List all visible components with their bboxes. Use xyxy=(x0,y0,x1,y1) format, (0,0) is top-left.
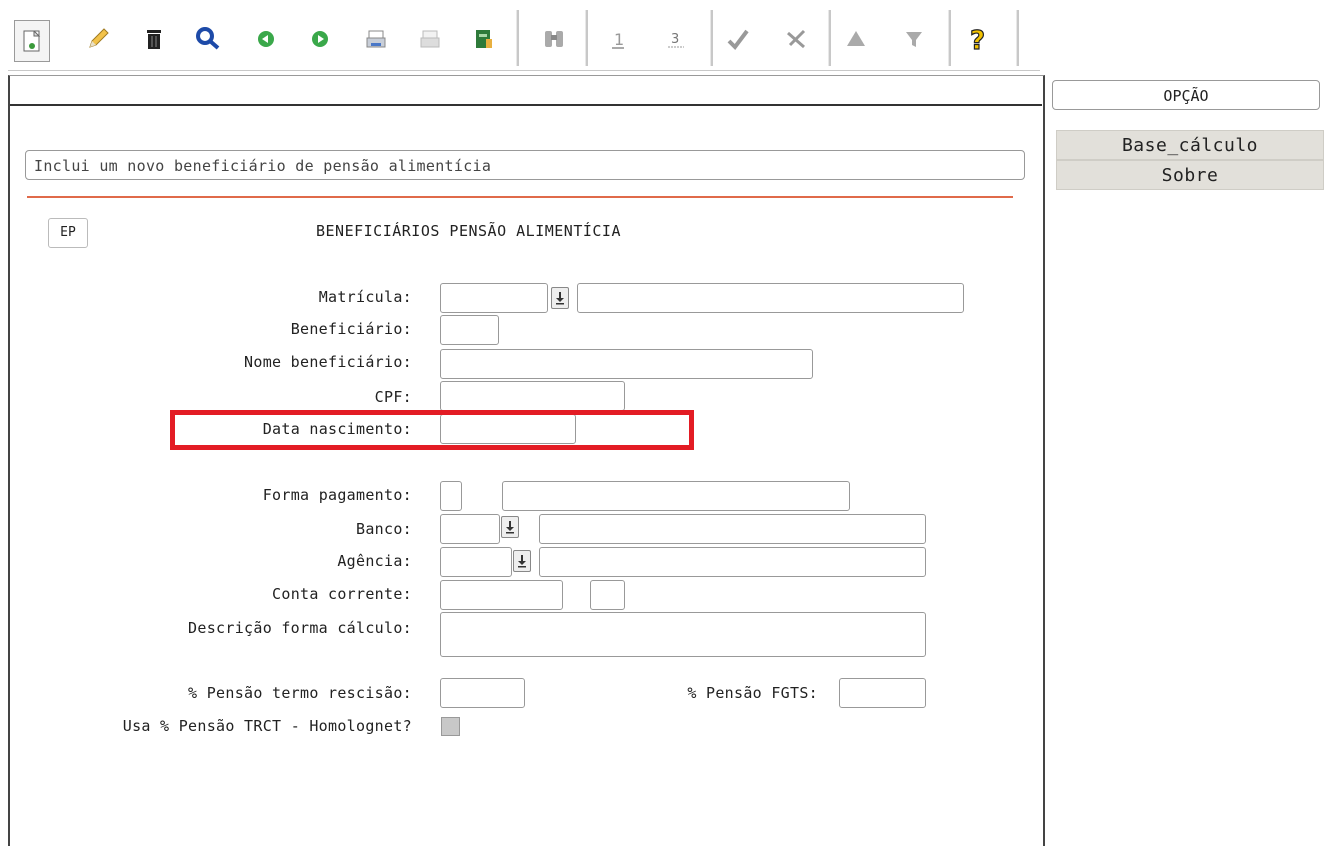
find-disabled-icon[interactable] xyxy=(536,18,572,60)
toolbar-separator xyxy=(710,10,713,66)
sobre-button[interactable]: Sobre xyxy=(1056,160,1324,190)
agencia-dropdown-icon[interactable] xyxy=(513,550,531,572)
base-calculo-button[interactable]: Base_cálculo xyxy=(1056,130,1324,160)
forma-pagamento-desc-input[interactable] xyxy=(502,481,850,511)
usa-pensao-trct-label: Usa % Pensão TRCT - Homolognet? xyxy=(122,717,412,735)
print-disabled-icon[interactable] xyxy=(412,18,448,60)
matricula-label: Matrícula: xyxy=(318,288,412,306)
svg-text:3: 3 xyxy=(671,32,679,47)
form-title: BENEFICIÁRIOS PENSÃO ALIMENTÍCIA xyxy=(316,222,621,240)
descricao-forma-calculo-input[interactable] xyxy=(440,612,926,657)
divider-line xyxy=(27,196,1013,198)
next-icon[interactable] xyxy=(302,18,338,60)
nome-beneficiario-input[interactable] xyxy=(440,349,813,379)
matricula-input[interactable] xyxy=(440,283,548,313)
pensao-fgts-label: % Pensão FGTS: xyxy=(687,684,818,702)
toolbar-separator xyxy=(1016,10,1019,66)
banco-label: Banco: xyxy=(356,520,412,538)
opcao-label: OPÇÃO xyxy=(1052,80,1320,110)
toolbar-separator xyxy=(585,10,588,66)
beneficiario-label: Beneficiário: xyxy=(290,320,412,338)
tools-icon[interactable] xyxy=(778,18,814,60)
toolbar-separator xyxy=(516,10,519,66)
confirm-icon[interactable] xyxy=(720,18,756,60)
usa-pensao-trct-checkbox[interactable] xyxy=(441,717,460,736)
forma-pagamento-label: Forma pagamento: xyxy=(262,486,412,504)
matricula-name-input[interactable] xyxy=(577,283,964,313)
message-field: Inclui um novo beneficiário de pensão al… xyxy=(25,150,1025,180)
new-icon[interactable] xyxy=(14,20,50,62)
toolbar-separator xyxy=(828,10,831,66)
pensao-fgts-input[interactable] xyxy=(839,678,926,708)
previous-icon[interactable] xyxy=(248,18,284,60)
agencia-name-input[interactable] xyxy=(539,547,926,577)
up-icon[interactable] xyxy=(838,18,874,60)
toolbar-separator xyxy=(948,10,951,66)
descricao-forma-calculo-label: Descrição forma cálculo: xyxy=(188,619,412,637)
conta-digito-input[interactable] xyxy=(590,580,625,610)
svg-text:1: 1 xyxy=(614,30,624,49)
export-icon[interactable] xyxy=(466,18,502,60)
panel-header-line xyxy=(10,104,1042,106)
help-icon[interactable]: ? xyxy=(960,18,996,60)
ep-button[interactable]: EP xyxy=(48,218,88,248)
highlight-box xyxy=(170,410,694,450)
toolbar-divider xyxy=(8,70,1040,71)
forma-pagamento-input[interactable] xyxy=(440,481,462,511)
beneficiario-input[interactable] xyxy=(440,315,499,345)
agencia-input[interactable] xyxy=(440,547,512,577)
banco-name-input[interactable] xyxy=(539,514,926,544)
delete-icon[interactable] xyxy=(136,18,172,60)
filter-icon[interactable] xyxy=(896,18,932,60)
svg-text:?: ? xyxy=(970,26,985,53)
cpf-input[interactable] xyxy=(440,381,625,411)
edit-icon[interactable] xyxy=(80,18,116,60)
sum-icon[interactable]: 3 xyxy=(658,18,694,60)
cpf-label: CPF: xyxy=(374,388,412,406)
nome-beneficiario-label: Nome beneficiário: xyxy=(244,353,412,371)
conta-corrente-input[interactable] xyxy=(440,580,563,610)
first-icon[interactable]: 1 xyxy=(600,18,636,60)
banco-input[interactable] xyxy=(440,514,500,544)
conta-corrente-label: Conta corrente: xyxy=(272,585,412,603)
agencia-label: Agência: xyxy=(337,552,412,570)
pensao-termo-rescisao-label: % Pensão termo rescisão: xyxy=(188,684,412,702)
search-icon[interactable] xyxy=(190,18,226,60)
matricula-dropdown-icon[interactable] xyxy=(551,287,569,309)
print-icon[interactable] xyxy=(358,18,394,60)
banco-dropdown-icon[interactable] xyxy=(501,516,519,538)
